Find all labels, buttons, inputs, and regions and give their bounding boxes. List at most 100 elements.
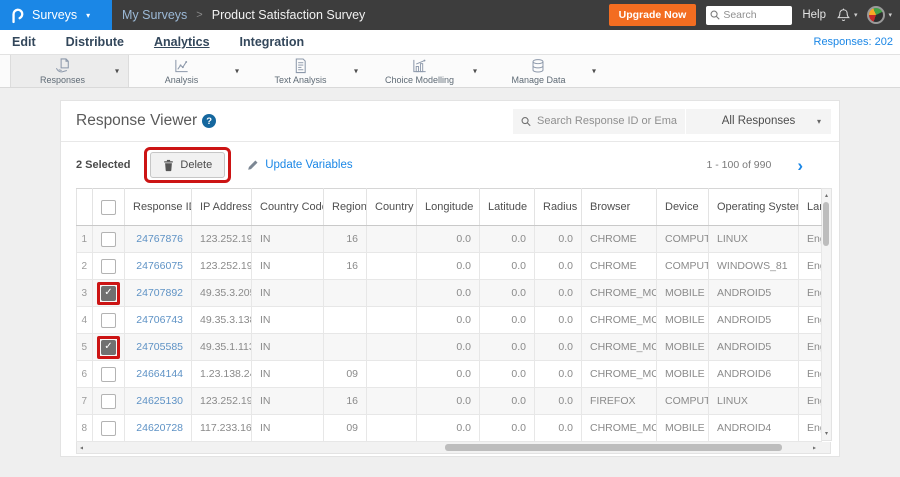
next-page-button[interactable]: › [797,157,803,174]
cell-operating-system: ANDROID4 [708,414,799,442]
manage-data-icon [533,58,544,73]
cell-operating-system: ANDROID5 [708,306,799,334]
vertical-scroll-thumb[interactable] [823,202,829,246]
header-response-id[interactable]: Response ID▲ [124,188,192,226]
scroll-up-icon[interactable]: ▴ [822,192,831,199]
header-select-all-cell[interactable] [92,188,125,226]
delete-button[interactable]: Delete [150,152,226,178]
response-search-input[interactable] [537,115,677,127]
pencil-icon [248,160,258,170]
header-ip-address[interactable]: IP Address [191,188,252,226]
horizontal-scroll-thumb[interactable] [445,444,782,451]
global-search-input[interactable] [723,9,784,21]
toolbar-responses[interactable]: Responses ▾ [10,55,129,87]
cell-ip-address: 123.252.193.148 [191,225,252,253]
chevron-down-icon[interactable]: ▾ [354,67,358,76]
top-bar-right: Upgrade Now Help ▾ ▾ [608,4,900,26]
nav-edit[interactable]: Edit [12,35,36,49]
surveys-menu[interactable]: Surveys ▾ [0,0,112,30]
header-country-code[interactable]: Country Code [251,188,324,226]
select-all-checkbox[interactable] [101,199,116,215]
delete-button-label: Delete [180,159,213,171]
toolbar-analysis[interactable]: Analysis ▾ [129,55,248,87]
row-number: 5 [76,333,93,361]
cell-ip-address: 49.35.3.205 [191,279,252,307]
header-radius[interactable]: Radius [534,188,582,226]
survey-nav: Edit Distribute Analytics Integration Re… [0,30,900,55]
row-checkbox[interactable] [101,312,116,328]
account-menu[interactable]: ▾ [867,6,892,24]
cell-device: MOBILE [656,414,709,442]
header-operating-system[interactable]: Operating System [708,188,799,226]
row-checkbox[interactable] [101,366,116,382]
nav-distribute[interactable]: Distribute [66,35,124,49]
nav-analytics[interactable]: Analytics [154,35,210,49]
nav-integration[interactable]: Integration [240,35,305,49]
toolbar-text-analysis[interactable]: Text Analysis ▾ [248,55,367,87]
notifications-menu[interactable]: ▾ [836,7,857,23]
cell-longitude: 0.0 [416,225,480,253]
scroll-left-icon[interactable]: ◂ [80,444,83,451]
help-badge-icon[interactable]: ? [202,114,217,128]
row-checkbox[interactable] [101,231,116,247]
row-checkbox-cell [92,360,125,388]
toolbar-responses-label: Responses [39,74,86,85]
row-checkbox[interactable] [101,258,116,274]
toolbar-choice-modelling-label: Choice Modelling [384,74,455,85]
update-variables-button[interactable]: Update Variables [247,159,353,171]
row-checkbox[interactable]: ✓ [101,285,116,301]
horizontal-scrollbar[interactable]: ◂ ▸ [76,442,831,454]
help-link[interactable]: Help [802,9,826,21]
cell-language: Eng [798,306,822,334]
cell-country-code: IN [251,360,324,388]
row-number: 7 [76,387,93,415]
cell-country-code: IN [251,414,324,442]
search-icon [710,10,720,20]
global-search[interactable] [706,5,793,25]
surveys-menu-label: Surveys [32,8,78,22]
row-checkbox[interactable]: ✓ [101,339,116,355]
response-id-link[interactable]: 24766075 [124,252,192,280]
annotation-box-checkbox [97,417,120,440]
response-id-link[interactable]: 24620728 [124,414,192,442]
response-id-link[interactable]: 24707892 [124,279,192,307]
annotation-box-checkbox [97,309,120,332]
cell-country [366,306,417,334]
chevron-down-icon[interactable]: ▾ [235,67,239,76]
upgrade-now-button[interactable]: Upgrade Now [608,4,697,26]
vertical-scrollbar[interactable]: ▴ ▾ [822,188,832,441]
header-longitude[interactable]: Longitude [416,188,480,226]
breadcrumb-my-surveys[interactable]: My Surveys [122,8,187,22]
response-search[interactable] [513,108,685,134]
response-id-link[interactable]: 24625130 [124,387,192,415]
cell-country [366,225,417,253]
cell-device: MOBILE [656,360,709,388]
chevron-down-icon[interactable]: ▾ [473,67,477,76]
response-id-link[interactable]: 24767876 [124,225,192,253]
cell-ip-address: 49.35.3.138 [191,306,252,334]
toolbar-choice-modelling[interactable]: Choice Modelling ▾ [367,55,486,87]
table-row: 1 24767876 123.252.193.148 IN 16 0.0 0.0… [76,225,822,253]
header-region[interactable]: Region [323,188,367,226]
response-id-link[interactable]: 24664144 [124,360,192,388]
annotation-box-checkbox [97,255,120,278]
header-device[interactable]: Device [656,188,709,226]
scroll-right-icon[interactable]: ▸ [813,444,816,451]
responses-count-link[interactable]: Responses: 202 [814,36,894,48]
header-language[interactable]: Lan [798,188,822,226]
response-id-link[interactable]: 24706743 [124,306,192,334]
header-browser[interactable]: Browser [581,188,657,226]
cell-operating-system: ANDROID6 [708,360,799,388]
chevron-down-icon[interactable]: ▾ [115,67,119,76]
toolbar-manage-data[interactable]: Manage Data ▾ [486,55,605,87]
row-checkbox[interactable] [101,420,116,436]
response-filter-dropdown[interactable]: All Responses ▾ [686,108,831,134]
header-country[interactable]: Country [366,188,417,226]
chevron-down-icon[interactable]: ▾ [592,67,596,76]
response-id-link[interactable]: 24705585 [124,333,192,361]
header-latitude[interactable]: Latitude [479,188,535,226]
row-checkbox[interactable] [101,393,116,409]
scroll-down-icon[interactable]: ▾ [822,430,831,437]
cell-country [366,279,417,307]
cell-ip-address: 49.35.1.113 [191,333,252,361]
